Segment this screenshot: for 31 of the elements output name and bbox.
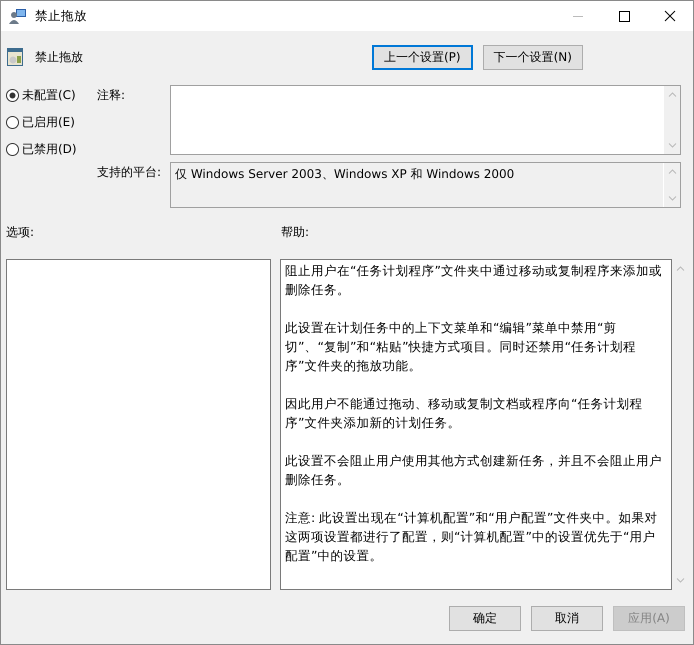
scroll-down-icon[interactable]: [668, 196, 676, 201]
comment-field[interactable]: [170, 85, 681, 155]
next-setting-button[interactable]: 下一个设置(N): [482, 44, 583, 70]
help-label: 帮助:: [281, 224, 310, 241]
help-paragraph: 因此用户不能通过拖动、移动或复制文档或程序向“任务计划程序”文件夹添加新的计划任务。: [285, 395, 644, 432]
radio-button[interactable]: [6, 116, 19, 129]
scroll-down-icon[interactable]: [676, 578, 684, 583]
ok-button[interactable]: 确定: [449, 606, 521, 631]
platform-field: 仅 Windows Server 2003、Windows XP 和 Windows 2000: [170, 162, 681, 208]
radio-label[interactable]: 已启用(E): [22, 114, 75, 131]
policy-icon: [7, 48, 23, 66]
help-paragraph: 阻止用户在“任务计划程序”文件夹中通过移动或复制程序来添加或删除任务。: [285, 262, 664, 299]
radio-label[interactable]: 已禁用(D): [22, 141, 77, 158]
radio-button[interactable]: [6, 143, 19, 156]
options-label: 选项:: [6, 224, 36, 241]
cancel-button[interactable]: 取消: [531, 606, 603, 631]
radio-label[interactable]: 未配置(C): [22, 87, 76, 104]
scroll-down-icon[interactable]: [668, 143, 676, 148]
scroll-up-icon[interactable]: [668, 169, 676, 174]
comment-label: 注释:: [97, 87, 126, 104]
help-paragraph: 此设置在计划任务中的上下文菜单和“编辑”菜单中禁用“剪切”、“复制”和“粘贴”快捷方式项目。同时还禁用“任务计划程序”文件夹的拖放功能。: [285, 319, 638, 375]
help-paragraph: 注意: 此设置出现在“计算机配置”和“用户配置”文件夹中。如果对这两项设置都进行了配置，则“计算机配置”中的设置优先于“用户配置”中的设置。: [285, 509, 658, 565]
help-paragraph: 此设置不会阻止用户使用其他方式创建新任务，并且不会阻止用户删除任务。: [285, 452, 663, 489]
previous-setting-button[interactable]: 上一个设置(P): [372, 44, 473, 70]
radio-button[interactable]: [6, 89, 19, 102]
setting-title: 禁止拖放: [35, 48, 84, 66]
platform-label: 支持的平台:: [97, 164, 162, 181]
window-title: 禁止拖放: [35, 8, 87, 24]
computer-user-icon: [9, 7, 27, 25]
scroll-up-icon[interactable]: [668, 92, 676, 97]
scroll-up-icon[interactable]: [676, 266, 684, 271]
